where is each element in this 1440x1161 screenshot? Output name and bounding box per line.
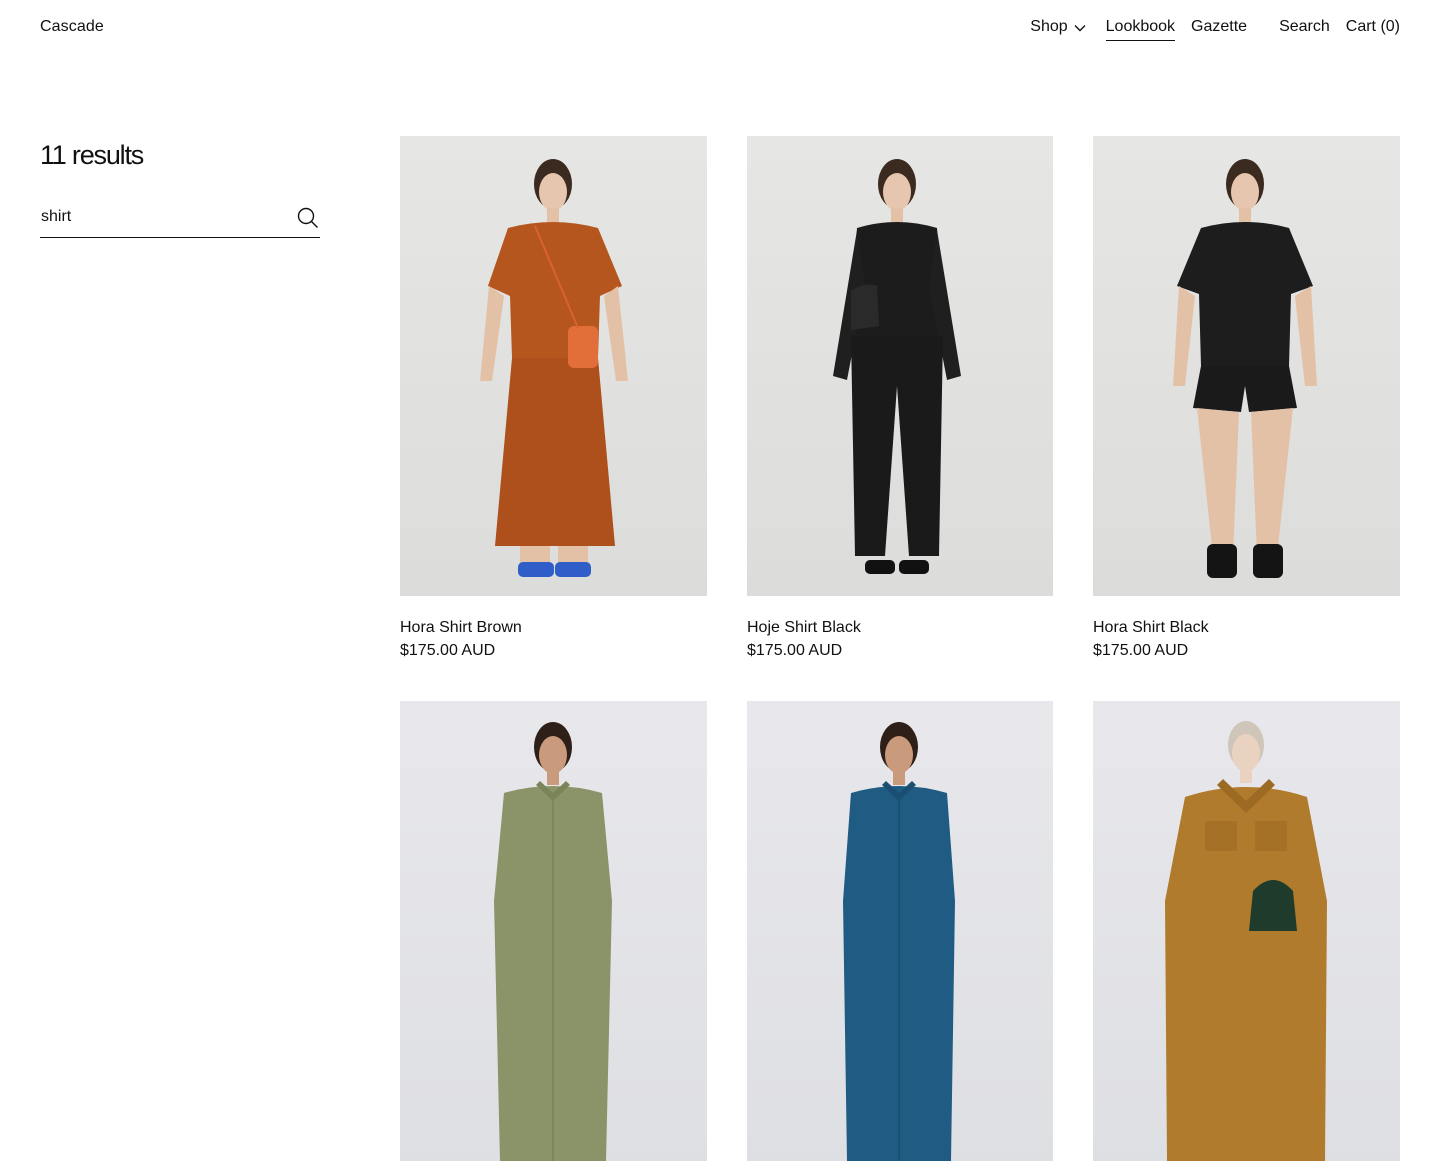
product-image[interactable] <box>747 136 1053 596</box>
product-card[interactable]: Hora Shirt Brown $175.00 AUD <box>400 136 707 661</box>
product-image[interactable] <box>400 701 707 1161</box>
site-header: Cascade Shop Lookbook Gazette Search Car… <box>0 0 1440 56</box>
product-card[interactable] <box>747 701 1053 1161</box>
product-image[interactable] <box>400 136 707 596</box>
product-name[interactable]: Hora Shirt Black <box>1093 618 1400 638</box>
product-name[interactable]: Hoje Shirt Black <box>747 618 1053 638</box>
product-image[interactable] <box>747 701 1053 1161</box>
product-image[interactable] <box>1093 136 1400 596</box>
product-price: $175.00 AUD <box>400 642 496 659</box>
nav-search[interactable]: Search <box>1279 18 1330 36</box>
product-card[interactable] <box>400 701 707 1161</box>
product-price: $175.00 AUD <box>1093 642 1189 659</box>
product-price: $175.00 AUD <box>747 642 843 659</box>
product-card[interactable]: Hora Shirt Black $175.00 AUD <box>1093 136 1400 661</box>
search-submit-button[interactable] <box>296 206 320 230</box>
product-card[interactable]: Hoje Shirt Black $175.00 AUD <box>747 136 1053 661</box>
nav-cart[interactable]: Cart (0) <box>1346 18 1400 36</box>
product-image[interactable] <box>1093 701 1400 1161</box>
brand-logo[interactable]: Cascade <box>40 18 104 36</box>
search-icon <box>297 207 318 228</box>
product-card[interactable] <box>1093 701 1400 1161</box>
nav-gazette[interactable]: Gazette <box>1191 18 1247 36</box>
product-grid: Hora Shirt Brown $175.00 AUD Hoje Shirt … <box>400 136 1400 1161</box>
nav-lookbook[interactable]: Lookbook <box>1105 18 1176 41</box>
product-name[interactable]: Hora Shirt Brown <box>400 618 707 638</box>
nav-shop[interactable]: Shop <box>1030 18 1086 36</box>
main-nav: Shop Lookbook Gazette Search Cart (0) <box>1030 18 1400 41</box>
results-count: 11 results <box>40 140 144 170</box>
search-input[interactable] <box>40 202 280 232</box>
nav-shop-label: Shop <box>1030 18 1068 35</box>
chevron-down-icon <box>1074 24 1086 31</box>
search-form <box>40 198 320 238</box>
